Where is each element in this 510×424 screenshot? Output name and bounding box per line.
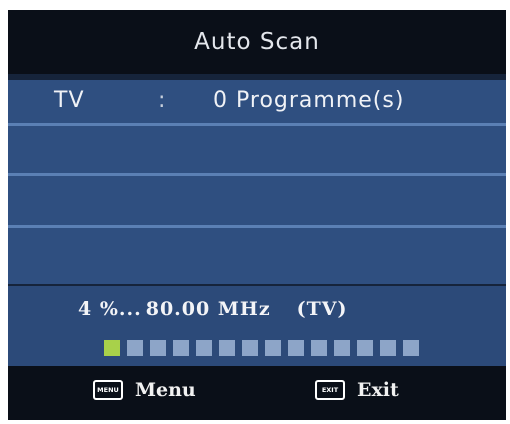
progress-segment-empty: [242, 340, 258, 356]
exit-hint[interactable]: EXIT Exit: [315, 379, 399, 401]
scan-progress-bar: [104, 340, 426, 356]
channel-list-panel: TV : 0 Programme(s): [8, 80, 506, 284]
progress-segment-empty: [403, 340, 419, 356]
channel-row-tv: TV : 0 Programme(s): [8, 80, 506, 126]
menu-key-icon: MENU: [93, 380, 123, 400]
progress-segment-empty: [196, 340, 212, 356]
scan-status-line: 4 %... 80.00 MHz (TV): [78, 298, 348, 320]
footer-hints: MENU Menu EXIT Exit: [8, 366, 506, 420]
exit-key-icon: EXIT: [315, 380, 345, 400]
channel-row-empty: [8, 234, 506, 280]
progress-segment-empty: [127, 340, 143, 356]
scan-frequency: 80.00 MHz: [145, 298, 271, 320]
tv-screen: Auto Scan TV : 0 Programme(s) 4 %... 80.0…: [0, 0, 510, 424]
programme-unit: Programme(s): [236, 88, 405, 113]
scan-band: (TV): [296, 298, 348, 320]
progress-segment-empty: [288, 340, 304, 356]
progress-segment-empty: [357, 340, 373, 356]
scan-percent: 4 %...: [78, 298, 142, 320]
progress-segment-empty: [265, 340, 281, 356]
channel-row-empty: [8, 182, 506, 228]
progress-segment-empty: [173, 340, 189, 356]
menu-hint[interactable]: MENU Menu: [93, 379, 196, 401]
exit-label: Exit: [357, 379, 399, 401]
progress-segment-empty: [150, 340, 166, 356]
channel-row-empty: [8, 130, 506, 176]
channel-type-label: TV: [54, 88, 85, 113]
auto-scan-dialog: Auto Scan TV : 0 Programme(s) 4 %... 80.0…: [8, 10, 506, 420]
menu-label: Menu: [135, 379, 196, 401]
channel-separator: :: [158, 88, 167, 113]
progress-segment-empty: [219, 340, 235, 356]
progress-segment-empty: [380, 340, 396, 356]
scan-progress-area: 4 %... 80.00 MHz (TV): [8, 286, 506, 366]
dialog-title: Auto Scan: [194, 29, 320, 55]
title-bar: Auto Scan: [8, 10, 506, 74]
programme-count: 0: [213, 88, 228, 113]
progress-segment-empty: [311, 340, 327, 356]
progress-segment-filled: [104, 340, 120, 356]
progress-segment-empty: [334, 340, 350, 356]
